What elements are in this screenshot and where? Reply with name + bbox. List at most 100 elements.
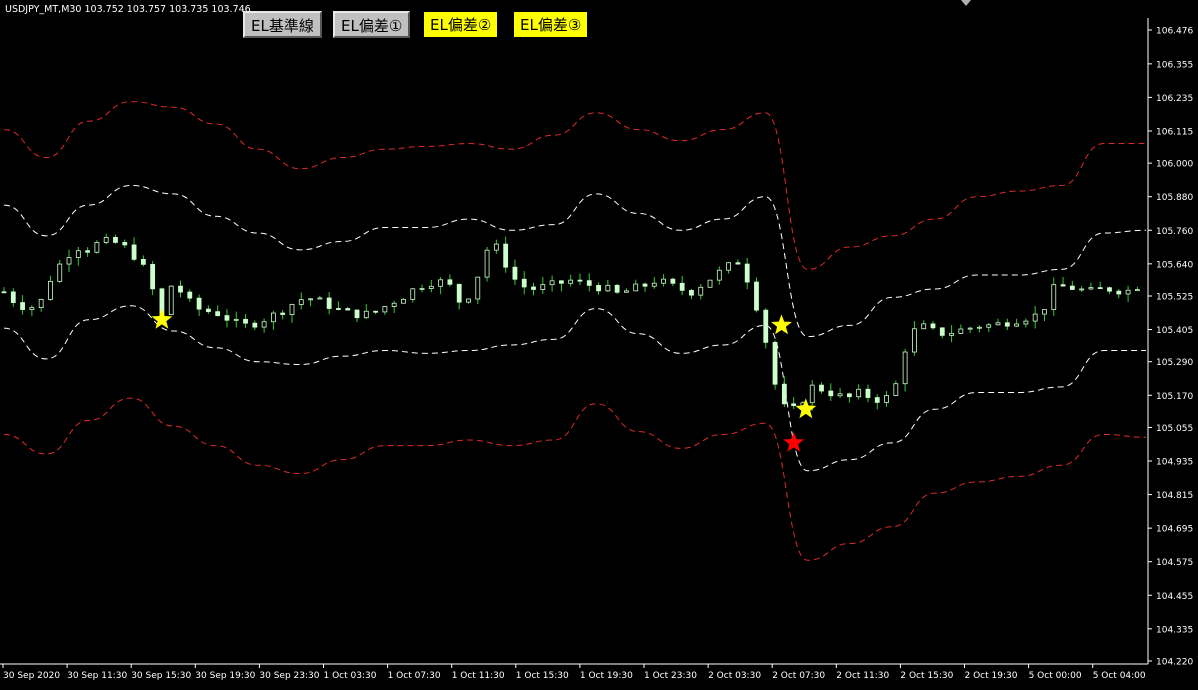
candle-body bbox=[809, 384, 815, 404]
candle-body bbox=[763, 309, 769, 343]
candle-body bbox=[10, 291, 16, 303]
candle-body bbox=[475, 276, 481, 300]
candle-body bbox=[419, 288, 425, 290]
candle-body bbox=[726, 262, 732, 271]
candle-body bbox=[846, 393, 852, 398]
candle-body bbox=[874, 397, 880, 403]
time-tick-label: 1 Oct 11:30 bbox=[452, 671, 505, 681]
candle-body bbox=[1079, 288, 1085, 291]
candle-body bbox=[280, 312, 286, 315]
candle-body bbox=[633, 283, 639, 292]
yellow-signal-star-icon bbox=[771, 314, 792, 335]
price-chart[interactable]: 106.476 106.355 106.235 106.115 106.000 105.8… bbox=[0, 0, 1198, 686]
candle-body bbox=[140, 258, 146, 265]
candle-body bbox=[1125, 289, 1131, 295]
price-tick-label: 105.525 bbox=[1156, 292, 1193, 302]
candle-body bbox=[224, 315, 230, 321]
chart-canvas[interactable]: 106.476 106.355 106.235 106.115 106.000 105.8… bbox=[0, 0, 1198, 686]
candle-body bbox=[596, 284, 601, 292]
candle-body bbox=[772, 341, 778, 385]
candle-body bbox=[1014, 323, 1019, 327]
time-tick-label: 2 Oct 15:30 bbox=[900, 671, 953, 681]
price-tick-label: 105.640 bbox=[1156, 260, 1193, 270]
price-tick-label: 106.476 bbox=[1156, 27, 1193, 37]
el-deviation-3-button[interactable]: EL偏差③ bbox=[513, 11, 589, 38]
time-tick-label: 1 Oct 23:30 bbox=[644, 671, 697, 681]
candle-body bbox=[48, 280, 53, 300]
candle-body bbox=[308, 298, 313, 301]
candle-body bbox=[661, 278, 666, 284]
el-baseline-button[interactable]: EL基準線 bbox=[243, 11, 322, 38]
candle-body bbox=[410, 288, 416, 300]
candle-body bbox=[1088, 287, 1094, 290]
candle-body bbox=[642, 283, 648, 287]
candle-body bbox=[893, 383, 899, 396]
time-tick-label: 2 Oct 19:30 bbox=[965, 671, 1018, 681]
el-deviation-2-button[interactable]: EL偏差② bbox=[423, 11, 499, 38]
el-deviation-1-button[interactable]: EL偏差① bbox=[333, 11, 411, 38]
red-signal-star-icon bbox=[783, 431, 805, 452]
candle-body bbox=[252, 322, 258, 328]
candle-body bbox=[66, 257, 72, 265]
candle-body bbox=[122, 242, 128, 246]
candle-body bbox=[1023, 320, 1029, 325]
candle-body bbox=[577, 279, 583, 282]
candle-body bbox=[428, 285, 434, 289]
candle-body bbox=[828, 390, 834, 397]
candle-body bbox=[967, 327, 973, 330]
price-tick-label: 105.880 bbox=[1156, 193, 1193, 203]
price-tick-label: 104.455 bbox=[1156, 592, 1193, 602]
candle-body bbox=[38, 298, 44, 308]
candle-body bbox=[995, 322, 1001, 326]
candle-body bbox=[781, 383, 787, 405]
candle-body bbox=[707, 279, 713, 288]
candle-body bbox=[716, 269, 722, 281]
candle-body bbox=[865, 388, 871, 398]
candle-body bbox=[503, 243, 509, 268]
candle-body bbox=[298, 299, 304, 305]
time-tick-label: 30 Sep 23:30 bbox=[259, 671, 319, 681]
candle-body bbox=[744, 263, 750, 283]
outer-lower-band-line bbox=[3, 397, 1147, 561]
candle-body bbox=[921, 323, 927, 330]
candle-body bbox=[150, 263, 156, 290]
candle-body bbox=[958, 328, 964, 334]
time-tick-label: 1 Oct 03:30 bbox=[324, 671, 377, 681]
candle-body bbox=[20, 302, 25, 310]
price-tick-label: 104.220 bbox=[1156, 658, 1193, 668]
candle-body bbox=[605, 284, 611, 292]
chart-shift-marker-icon[interactable] bbox=[961, 0, 971, 6]
time-tick-label: 5 Oct 04:00 bbox=[1093, 671, 1146, 681]
symbol-info-label: USDJPY_MT,M30 103.752 103.757 103.735 10… bbox=[5, 4, 251, 15]
price-tick-label: 106.115 bbox=[1156, 127, 1193, 137]
candle-body bbox=[902, 351, 908, 385]
candle-body bbox=[131, 244, 137, 260]
price-tick-label: 106.235 bbox=[1156, 94, 1193, 104]
price-tick-label: 105.170 bbox=[1156, 392, 1193, 402]
candle-body bbox=[689, 289, 694, 296]
candle-body bbox=[196, 297, 202, 310]
price-tick-label: 104.575 bbox=[1156, 558, 1193, 568]
candle-body bbox=[85, 250, 91, 253]
candle-body bbox=[754, 281, 759, 311]
candle-body bbox=[456, 283, 462, 303]
time-tick-label: 2 Oct 07:30 bbox=[772, 671, 825, 681]
candle-body bbox=[336, 308, 341, 310]
candle-body bbox=[949, 332, 954, 336]
candle-body bbox=[884, 395, 889, 403]
candle-body bbox=[401, 298, 406, 304]
time-tick-label: 5 Oct 00:00 bbox=[1029, 671, 1082, 681]
time-tick-label: 30 Sep 11:30 bbox=[67, 671, 127, 681]
candle-body bbox=[614, 284, 620, 293]
candle-body bbox=[215, 311, 221, 317]
candle-body bbox=[243, 318, 248, 324]
candle-body bbox=[837, 393, 843, 397]
candle-body bbox=[791, 403, 797, 407]
candle-body bbox=[1042, 309, 1047, 315]
candle-body bbox=[187, 291, 193, 299]
candle-body bbox=[271, 312, 276, 323]
time-tick-label: 2 Oct 03:30 bbox=[708, 671, 761, 681]
candle-body bbox=[391, 302, 397, 307]
candle-body bbox=[57, 263, 63, 282]
candle-body bbox=[512, 266, 518, 280]
